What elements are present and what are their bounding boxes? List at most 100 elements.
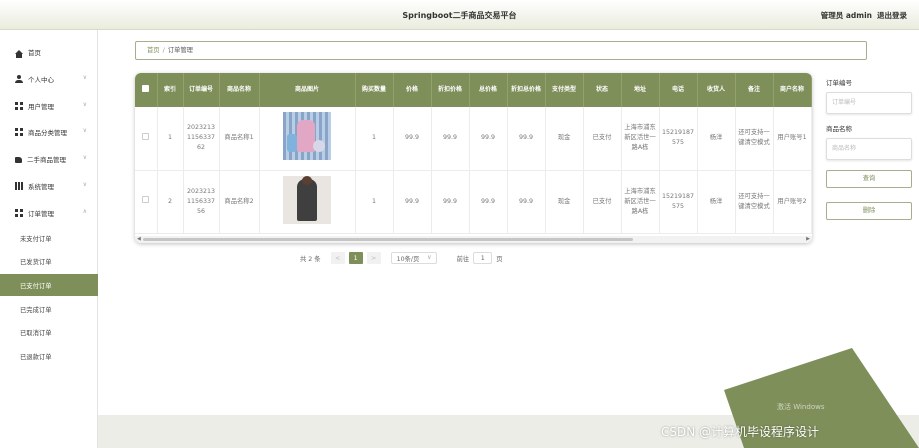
sidebar-item-profile[interactable]: 个人中心 ∨	[0, 69, 98, 89]
breadcrumb-current: 订单管理	[167, 47, 193, 54]
cell-image	[259, 107, 356, 171]
watermark-text: 激活 Windows	[777, 403, 825, 411]
page-size-select[interactable]: 10条/页 ∨	[390, 252, 437, 264]
sidebar-item-users[interactable]: 用户管理 ∨	[0, 96, 98, 116]
sidebar-item-label: 个人中心	[28, 76, 54, 84]
page-size-value: 10条/页	[396, 255, 420, 263]
cell-receiver: 杨洋	[697, 170, 736, 234]
row-checkbox[interactable]	[142, 196, 150, 203]
goods-name-input[interactable]: 商品名称	[826, 138, 912, 160]
csdn-watermark: CSDN @计算机毕设程序设计	[661, 425, 820, 439]
username: 管理员 admin	[820, 11, 872, 20]
sidebar-subitem-unpaid[interactable]: 未支付订单	[0, 227, 98, 249]
scroll-left-icon[interactable]: ◀	[137, 236, 141, 242]
sidebar-item-system[interactable]: 系统管理 ∨	[0, 176, 98, 196]
next-page-button[interactable]: >	[366, 252, 381, 264]
column-header: 状态	[583, 73, 622, 107]
cell-phone: 15219187575	[659, 107, 698, 171]
user-icon	[15, 75, 23, 83]
logout-link[interactable]: 退出登录	[877, 11, 907, 20]
cell-qty: 1	[355, 107, 394, 171]
cell-pay-type: 现金	[545, 170, 584, 234]
horizontal-scrollbar[interactable]: ◀ ▶	[135, 236, 812, 243]
order-no-input[interactable]: 订单编号	[826, 92, 912, 114]
row-select-cell[interactable]	[135, 170, 158, 234]
column-header: 商品名称	[219, 73, 260, 107]
column-header: 价格	[393, 73, 432, 107]
query-button[interactable]: 查询	[826, 170, 912, 188]
row-checkbox[interactable]	[142, 132, 150, 140]
chevron-down-icon: ∨	[82, 127, 87, 134]
sidebar-subitem-paid[interactable]: 已支付订单	[0, 274, 98, 296]
column-header: 折扣价格	[431, 73, 470, 107]
table-row[interactable]: 1 20232131156337 62 商品名称1 1 99.9 99.9 99…	[135, 107, 812, 171]
page-number-button[interactable]: 1	[348, 252, 363, 264]
pagination-total: 共 2 条	[300, 255, 321, 263]
table-row[interactable]: 2 20232131156337 56 商品名称2 1 99.9 99.9 99…	[135, 170, 812, 234]
sidebar-item-goods[interactable]: 二手商品管理 ∨	[0, 149, 98, 169]
sidebar-item-label: 系统管理	[28, 183, 54, 191]
sidebar-item-home[interactable]: 首页	[0, 42, 98, 62]
sidebar-subitem-refunded[interactable]: 已退款订单	[0, 345, 98, 367]
sidebar-item-orders[interactable]: 订单管理 ∧	[0, 203, 98, 223]
cell-total: 99.9	[469, 107, 508, 171]
breadcrumb-home[interactable]: 首页	[147, 47, 160, 54]
cell-receiver: 杨洋	[697, 107, 736, 171]
row-select-cell[interactable]	[135, 107, 158, 171]
column-header: 地址	[621, 73, 660, 107]
grid-icon	[15, 209, 23, 217]
cell-price: 99.9	[393, 170, 432, 234]
cell-remark: 还可支持一键清空模式	[735, 170, 774, 234]
pagination: 共 2 条 < 1 > 10条/页 ∨ 前往 1 页	[300, 252, 503, 264]
product-image	[283, 112, 331, 161]
sidebar-subitem-completed[interactable]: 已完成订单	[0, 298, 98, 320]
cell-address: 上海市浦东新区活世一路A栋	[621, 170, 660, 234]
thumb-icon	[15, 156, 22, 163]
delete-button[interactable]: 删除	[826, 202, 912, 220]
scroll-right-icon[interactable]: ▶	[806, 236, 810, 242]
goods-name-label: 商品名称	[826, 125, 852, 133]
cell-image	[259, 170, 356, 234]
cell-merchant: 用户账号1	[773, 107, 812, 171]
search-panel: 订单编号 订单编号 商品名称 商品名称 查询 删除	[826, 78, 914, 220]
select-all-checkbox[interactable]	[142, 84, 150, 92]
order-no-label: 订单编号	[826, 79, 852, 87]
scrollbar-thumb[interactable]	[143, 238, 633, 241]
column-header: 商品图片	[259, 73, 356, 107]
cell-index: 2	[157, 170, 184, 234]
chevron-down-icon: ∨	[82, 181, 87, 188]
cell-phone: 15219187575	[659, 170, 698, 234]
chevron-down-icon: ∨	[82, 74, 87, 81]
column-header: 电话	[659, 73, 698, 107]
cell-remark: 还可支持一键清空模式	[735, 107, 774, 171]
grid-icon	[15, 102, 23, 110]
chevron-up-icon: ∧	[82, 208, 87, 215]
column-header: 购买数量	[355, 73, 394, 107]
table-header-row: 索引 订单编号 商品名称 商品图片 购买数量 价格 折扣价格 总价格 折扣总价格…	[135, 73, 812, 107]
cell-total: 99.9	[469, 170, 508, 234]
top-bar: Springboot二手商品交易平台 管理员 admin 退出登录	[0, 0, 919, 30]
sidebar-subitem-cancelled[interactable]: 已取消订单	[0, 321, 98, 343]
sidebar-item-label: 订单管理	[28, 210, 54, 218]
column-header: 折扣总价格	[507, 73, 546, 107]
breadcrumb-separator: /	[162, 47, 165, 54]
column-header: 备注	[735, 73, 774, 107]
cell-status: 已支付	[583, 107, 622, 171]
home-icon	[15, 50, 23, 58]
cell-name: 商品名称1	[219, 107, 260, 171]
cell-discount-price: 99.9	[431, 170, 470, 234]
prev-page-button[interactable]: <	[330, 252, 345, 264]
sidebar-item-categories[interactable]: 商品分类管理 ∨	[0, 122, 98, 142]
cell-discount-total: 99.9	[507, 170, 546, 234]
chevron-down-icon: ∨	[427, 254, 432, 261]
cell-qty: 1	[355, 170, 394, 234]
sidebar-subitem-shipped[interactable]: 已发货订单	[0, 250, 98, 272]
column-header: 商户名称	[773, 73, 812, 107]
apps-icon	[15, 182, 23, 190]
cell-merchant: 用户账号2	[773, 170, 812, 234]
sidebar-item-label: 二手商品管理	[27, 156, 66, 164]
select-all-cell[interactable]	[135, 73, 158, 107]
breadcrumb: 首页 / 订单管理	[135, 41, 867, 60]
user-area: 管理员 admin 退出登录	[816, 10, 907, 21]
goto-page-input[interactable]: 1	[473, 252, 493, 264]
